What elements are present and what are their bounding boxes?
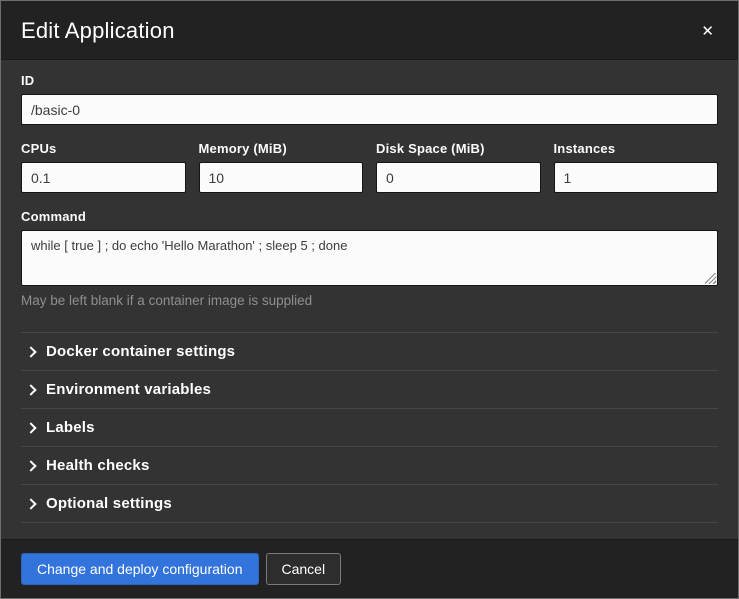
memory-label: Memory (MiB) [199,141,364,156]
memory-input[interactable] [199,162,364,193]
disk-label: Disk Space (MiB) [376,141,541,156]
memory-field-group: Memory (MiB) [199,141,364,193]
section-label: Optional settings [46,495,172,512]
instances-input[interactable] [554,162,719,193]
section-health-checks[interactable]: Health checks [21,447,718,485]
section-label: Labels [46,419,95,436]
disk-input[interactable] [376,162,541,193]
command-input[interactable]: while [ true ] ; do echo 'Hello Marathon… [21,230,718,286]
command-textarea-wrap: while [ true ] ; do echo 'Hello Marathon… [21,230,718,286]
command-field-group: Command while [ true ] ; do echo 'Hello … [21,209,718,308]
resources-row: CPUs Memory (MiB) Disk Space (MiB) Insta… [21,141,718,193]
chevron-right-icon [23,497,37,511]
chevron-right-icon [23,421,37,435]
accordion-sections: Docker container settings Environment va… [21,332,718,523]
section-label: Environment variables [46,381,211,398]
section-optional-settings[interactable]: Optional settings [21,485,718,523]
section-label: Docker container settings [46,343,235,360]
cpus-field-group: CPUs [21,141,186,193]
id-field-group: ID [21,73,718,125]
modal-body: ID CPUs Memory (MiB) Disk Space (MiB) In… [1,60,738,539]
page-title: Edit Application [21,18,175,44]
command-help-text: May be left blank if a container image i… [21,293,718,308]
command-label: Command [21,209,718,224]
instances-field-group: Instances [554,141,719,193]
cancel-button[interactable]: Cancel [266,553,342,585]
cpus-input[interactable] [21,162,186,193]
change-and-deploy-button[interactable]: Change and deploy configuration [21,553,259,585]
instances-label: Instances [554,141,719,156]
section-labels[interactable]: Labels [21,409,718,447]
disk-field-group: Disk Space (MiB) [376,141,541,193]
id-label: ID [21,73,718,88]
cpus-label: CPUs [21,141,186,156]
chevron-right-icon [23,345,37,359]
close-icon[interactable]: ✕ [697,20,718,43]
chevron-right-icon [23,383,37,397]
edit-application-modal: Edit Application ✕ ID CPUs Memory (MiB) … [0,0,739,599]
modal-header: Edit Application ✕ [1,1,738,60]
chevron-right-icon [23,459,37,473]
section-environment-variables[interactable]: Environment variables [21,371,718,409]
section-docker-container-settings[interactable]: Docker container settings [21,333,718,371]
id-input[interactable] [21,94,718,125]
section-label: Health checks [46,457,149,474]
modal-footer: Change and deploy configuration Cancel [1,539,738,598]
